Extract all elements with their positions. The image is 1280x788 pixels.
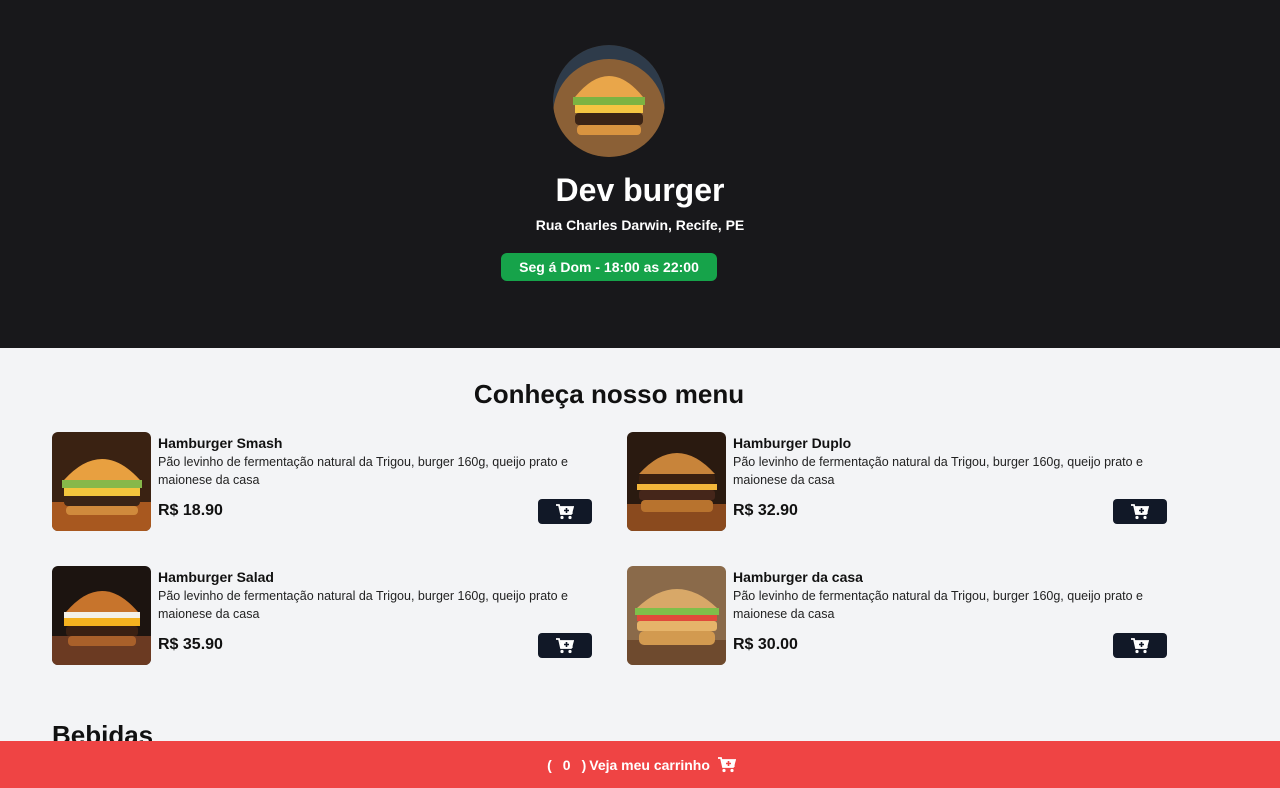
add-to-cart-button[interactable] [1113, 499, 1167, 524]
product-description: Pão levinho de fermentação natural da Tr… [158, 589, 568, 621]
product-image [627, 566, 726, 665]
cart-plus-icon [556, 503, 574, 519]
view-cart-label: Veja meu carrinho [589, 756, 710, 773]
product-price: R$ 30.00 [733, 636, 798, 653]
restaurant-address: Rua Charles Darwin, Recife, PE [535, 217, 745, 233]
product-description: Pão levinho de fermentação natural da Tr… [733, 589, 1143, 621]
product-name: Hamburger Smash [158, 435, 283, 451]
cart-count: 0 [562, 756, 571, 773]
product-price: R$ 18.90 [158, 502, 223, 519]
product-name: Hamburger Duplo [733, 435, 852, 451]
product-card: Hamburger Smash Pão levinho de fermentaç… [52, 432, 592, 531]
product-card: Hamburger da casa Pão levinho de ferment… [627, 566, 1167, 665]
restaurant-name: Dev burger [555, 172, 725, 208]
product-image [627, 432, 726, 531]
cart-plus-icon [1131, 503, 1149, 519]
view-cart-button[interactable]: ( 0 ) Veja meu carrinho [0, 741, 1280, 788]
cart-plus-icon [556, 637, 574, 653]
add-to-cart-button[interactable] [538, 633, 592, 658]
product-card: Hamburger Salad Pão levinho de fermentaç… [52, 566, 592, 665]
add-to-cart-button[interactable] [1113, 633, 1167, 658]
product-description: Pão levinho de fermentação natural da Tr… [158, 455, 568, 487]
logo-image [553, 45, 665, 157]
cart-count-close: ) [581, 756, 587, 773]
menu-title: Conheça nosso menu [473, 379, 745, 409]
cart-count-open: ( [547, 756, 552, 773]
product-image [52, 432, 151, 531]
product-name: Hamburger da casa [733, 569, 863, 585]
product-image [52, 566, 151, 665]
hero-header: Dev burger Rua Charles Darwin, Recife, P… [0, 0, 1280, 348]
opening-hours-badge: Seg á Dom - 18:00 as 22:00 [501, 253, 717, 281]
product-card: Hamburger Duplo Pão levinho de fermentaç… [627, 432, 1167, 531]
product-price: R$ 32.90 [733, 502, 798, 519]
product-price: R$ 35.90 [158, 636, 223, 653]
cart-plus-icon [1131, 637, 1149, 653]
product-name: Hamburger Salad [158, 569, 274, 585]
add-to-cart-button[interactable] [538, 499, 592, 524]
cart-icon [717, 756, 736, 773]
product-description: Pão levinho de fermentação natural da Tr… [733, 455, 1143, 487]
